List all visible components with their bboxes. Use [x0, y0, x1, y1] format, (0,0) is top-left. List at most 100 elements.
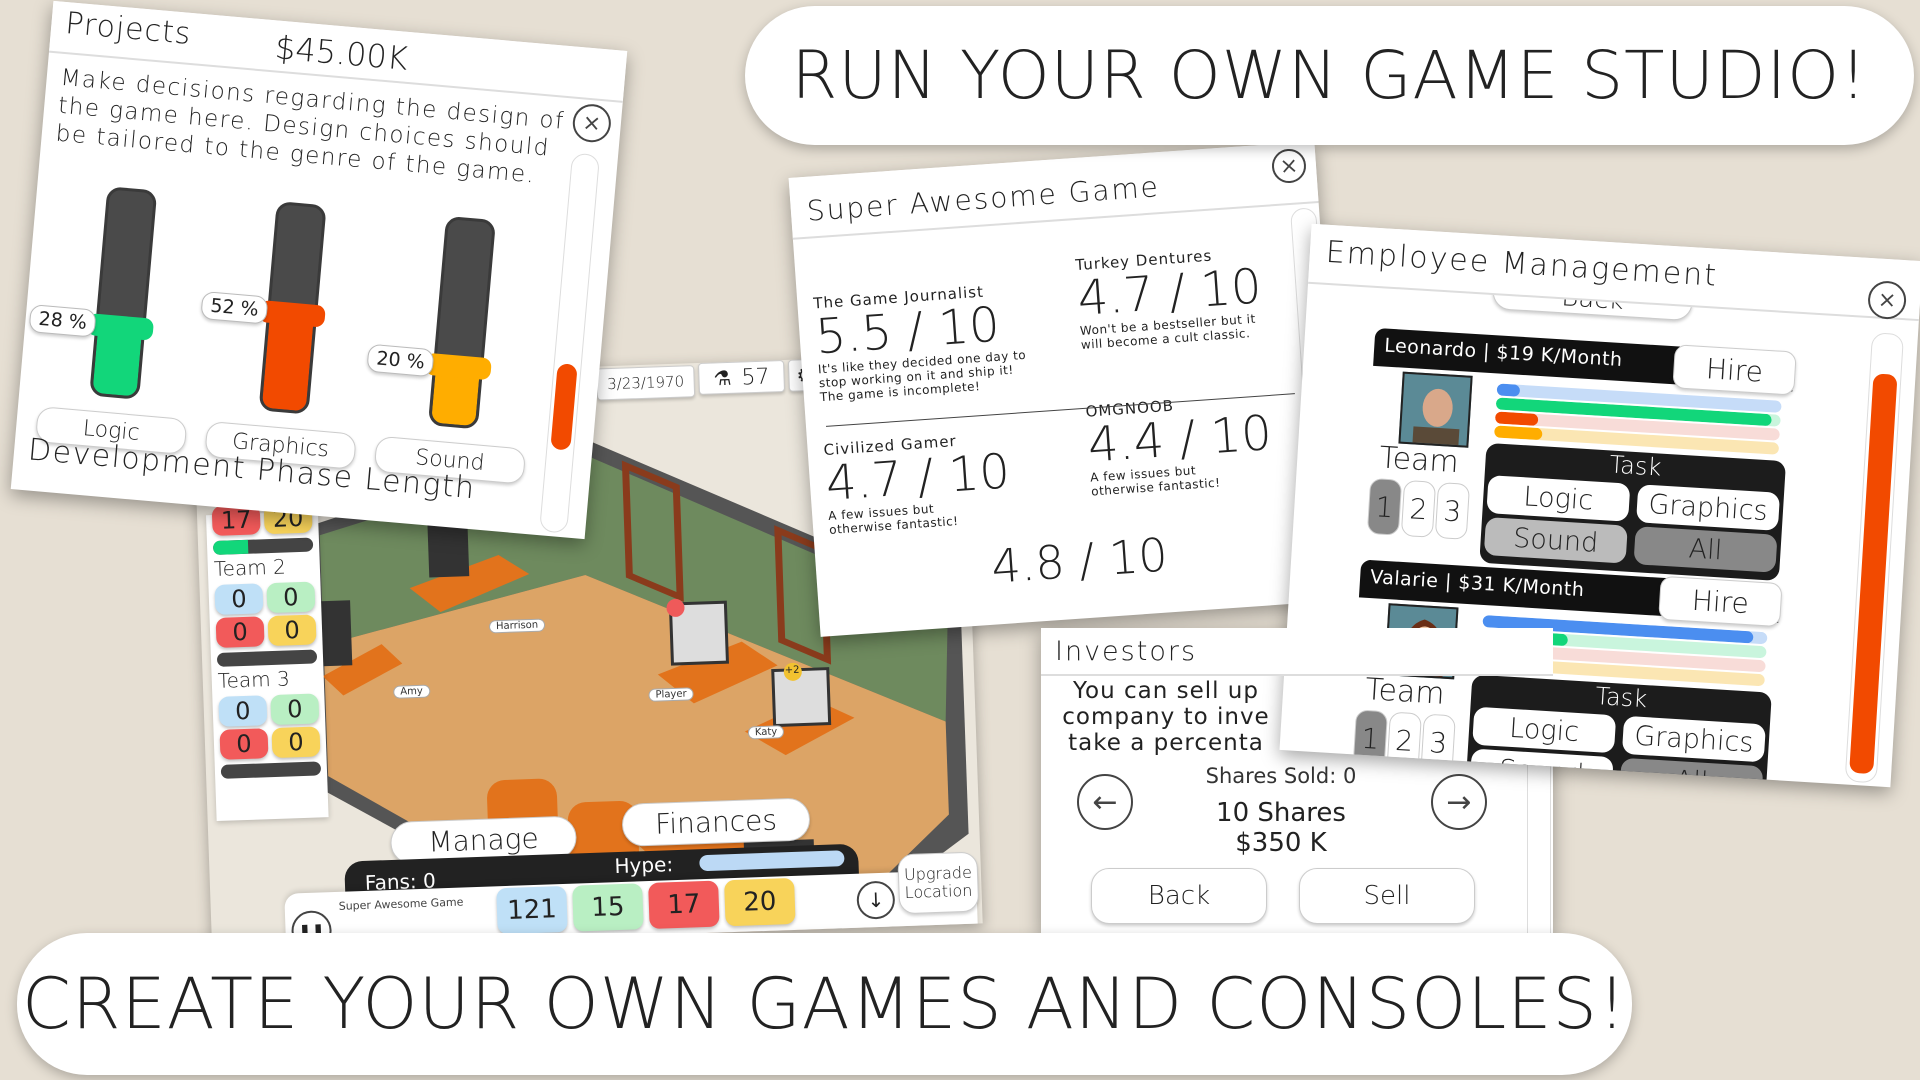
- bottom-banner-text: CREATE YOUR OWN GAMES AND CONSOLES!: [22, 963, 1627, 1045]
- employee-portrait: [1398, 371, 1473, 448]
- prev-shares-button[interactable]: ←: [1077, 774, 1133, 830]
- team-stat: 0: [267, 614, 317, 647]
- team-progress-bar: [220, 761, 322, 779]
- hype-label: Hype:: [614, 852, 674, 879]
- team-title: Team 3: [217, 666, 291, 693]
- hire-label: Hire: [1690, 583, 1750, 620]
- task-button-graphics[interactable]: Graphics: [1621, 715, 1766, 763]
- shares-sold: Shares Sold: 0: [1205, 764, 1357, 788]
- current-game-name: Super Awesome Game: [338, 895, 464, 913]
- team-button-2[interactable]: 2: [1400, 479, 1437, 538]
- research-points-value: 57: [741, 363, 770, 390]
- employee-name: Valarie | $31 K/Month: [1369, 566, 1586, 602]
- team-button-label: 2: [1408, 491, 1429, 526]
- arrow-left-icon: ←: [1092, 784, 1118, 820]
- employee-tag-player[interactable]: Player: [648, 687, 694, 702]
- game-point-red: 17: [648, 880, 720, 929]
- task-box: TaskLogicGraphicsSoundAll: [1479, 442, 1787, 581]
- hire-label: Hire: [1705, 351, 1764, 389]
- investors-text-line: company to inve: [1062, 704, 1270, 730]
- projects-panel: Projects $45.00K × Make decisions regard…: [10, 0, 628, 540]
- team-stat: 0: [219, 728, 269, 760]
- team-button-label: 3: [1442, 493, 1463, 528]
- investors-text-line: You can sell up: [1073, 678, 1259, 704]
- team-panel: 121151720Team 20000Team 30000: [205, 469, 329, 822]
- slider-logic[interactable]: [89, 186, 158, 400]
- next-shares-button[interactable]: →: [1431, 774, 1487, 830]
- date-display: 3/23/1970: [596, 365, 696, 401]
- down-arrow-button[interactable]: ↓: [856, 880, 896, 920]
- game-point-yellow: 20: [724, 877, 796, 927]
- slider-value: 20 %: [366, 343, 435, 378]
- team-button-label: 1: [1374, 489, 1395, 524]
- team-button-label: 2: [1394, 723, 1415, 758]
- task-button-all[interactable]: All: [1633, 526, 1778, 573]
- team-label: Team: [1364, 671, 1446, 712]
- skill-bar-fill: [1493, 425, 1544, 441]
- team-progress-bar: [216, 649, 318, 667]
- team-stat: 0: [215, 616, 265, 648]
- team-progress-fill: [212, 539, 249, 555]
- employee-card: Leonardo | $19 K/Month Hire Team 1 2 3 Task Log…: [1361, 327, 1797, 583]
- task-button-sound[interactable]: Sound: [1483, 517, 1628, 564]
- down-arrow-icon: ↓: [867, 887, 885, 913]
- employee-scrollbar[interactable]: [1844, 332, 1905, 784]
- slider-sound[interactable]: [427, 215, 497, 430]
- upgrade-location-button[interactable]: Upgrade Location: [897, 851, 980, 915]
- shares-amount: 10 Shares: [1216, 798, 1346, 828]
- research-points: ⚗ 57: [697, 359, 786, 395]
- top-banner-text: RUN YOUR OWN GAME STUDIO!: [791, 37, 1868, 114]
- investors-text-line: take a percenta: [1068, 730, 1264, 756]
- slider-value: 52 %: [200, 290, 269, 325]
- team-stat: 0: [214, 583, 264, 615]
- hire-button[interactable]: Hire: [1658, 575, 1783, 628]
- reviews-panel: Super Awesome Game × The Game Journalist…: [788, 141, 1347, 637]
- scrollbar-thumb[interactable]: [1849, 373, 1898, 775]
- finances-button[interactable]: Finances: [621, 797, 811, 847]
- team-button-1[interactable]: 1: [1366, 477, 1403, 536]
- flask-icon: ⚗: [713, 365, 732, 391]
- task-button-label: Graphics: [1647, 488, 1769, 527]
- investors-panel: Investors You can sell up company to inv…: [1041, 628, 1553, 933]
- task-button-all[interactable]: All: [1619, 757, 1764, 788]
- review-item: OMGNOOB 4.4 / 10 A few issues but otherwise…: [1085, 387, 1321, 499]
- employee-title: Employee Management: [1324, 234, 1719, 294]
- task-button-logic[interactable]: Logic: [1486, 475, 1631, 522]
- investors-back-button[interactable]: Back: [1091, 868, 1267, 924]
- employee-management-panel: Back Employee Management × Leonardo | $1…: [1279, 223, 1920, 788]
- close-icon: ×: [1278, 152, 1300, 180]
- team-progress-bar: [212, 537, 314, 555]
- bottom-banner: CREATE YOUR OWN GAMES AND CONSOLES!: [17, 933, 1632, 1075]
- task-button-label: Graphics: [1633, 719, 1755, 759]
- employee-tag-amy[interactable]: Amy: [393, 684, 430, 699]
- team-stat: 0: [266, 581, 316, 614]
- task-button-graphics[interactable]: Graphics: [1636, 484, 1781, 531]
- team-button-label: 1: [1360, 721, 1381, 756]
- top-banner: RUN YOUR OWN GAME STUDIO!: [745, 6, 1914, 145]
- team-title: Team 2: [213, 554, 287, 581]
- reviews-header: Super Awesome Game: [788, 141, 1319, 240]
- team-label: Team: [1378, 440, 1460, 481]
- scrollbar-thumb[interactable]: [550, 363, 578, 451]
- employee-tag-harrison[interactable]: Harrison: [488, 618, 546, 634]
- close-icon: ×: [581, 109, 603, 137]
- sell-label: Sell: [1363, 881, 1411, 911]
- task-button-label: All: [1687, 532, 1724, 566]
- team-stat: 0: [270, 693, 320, 726]
- hype-bar: [699, 850, 845, 872]
- task-button-label: Sound: [1512, 522, 1600, 559]
- slider-value: 28 %: [28, 304, 97, 339]
- hire-button[interactable]: Hire: [1672, 344, 1797, 396]
- team-stat: 0: [271, 726, 321, 759]
- review-item: Civilized Gamer 4.7 / 10 A few issues but o…: [823, 425, 1059, 537]
- review-item: Turkey Dentures 4.7 / 10 Won't be a bestse…: [1075, 240, 1311, 352]
- team-button-3[interactable]: 3: [1434, 482, 1471, 540]
- manage-label: Manage: [427, 821, 540, 859]
- bonus-badge: +2: [784, 664, 800, 677]
- team-stat: 0: [218, 695, 268, 727]
- employee-tag-katy[interactable]: Katy: [747, 725, 785, 740]
- sell-button[interactable]: Sell: [1299, 868, 1475, 924]
- task-button-logic[interactable]: Logic: [1472, 706, 1617, 754]
- skill-bar-fill: [1494, 411, 1539, 426]
- finances-label: Finances: [654, 803, 778, 841]
